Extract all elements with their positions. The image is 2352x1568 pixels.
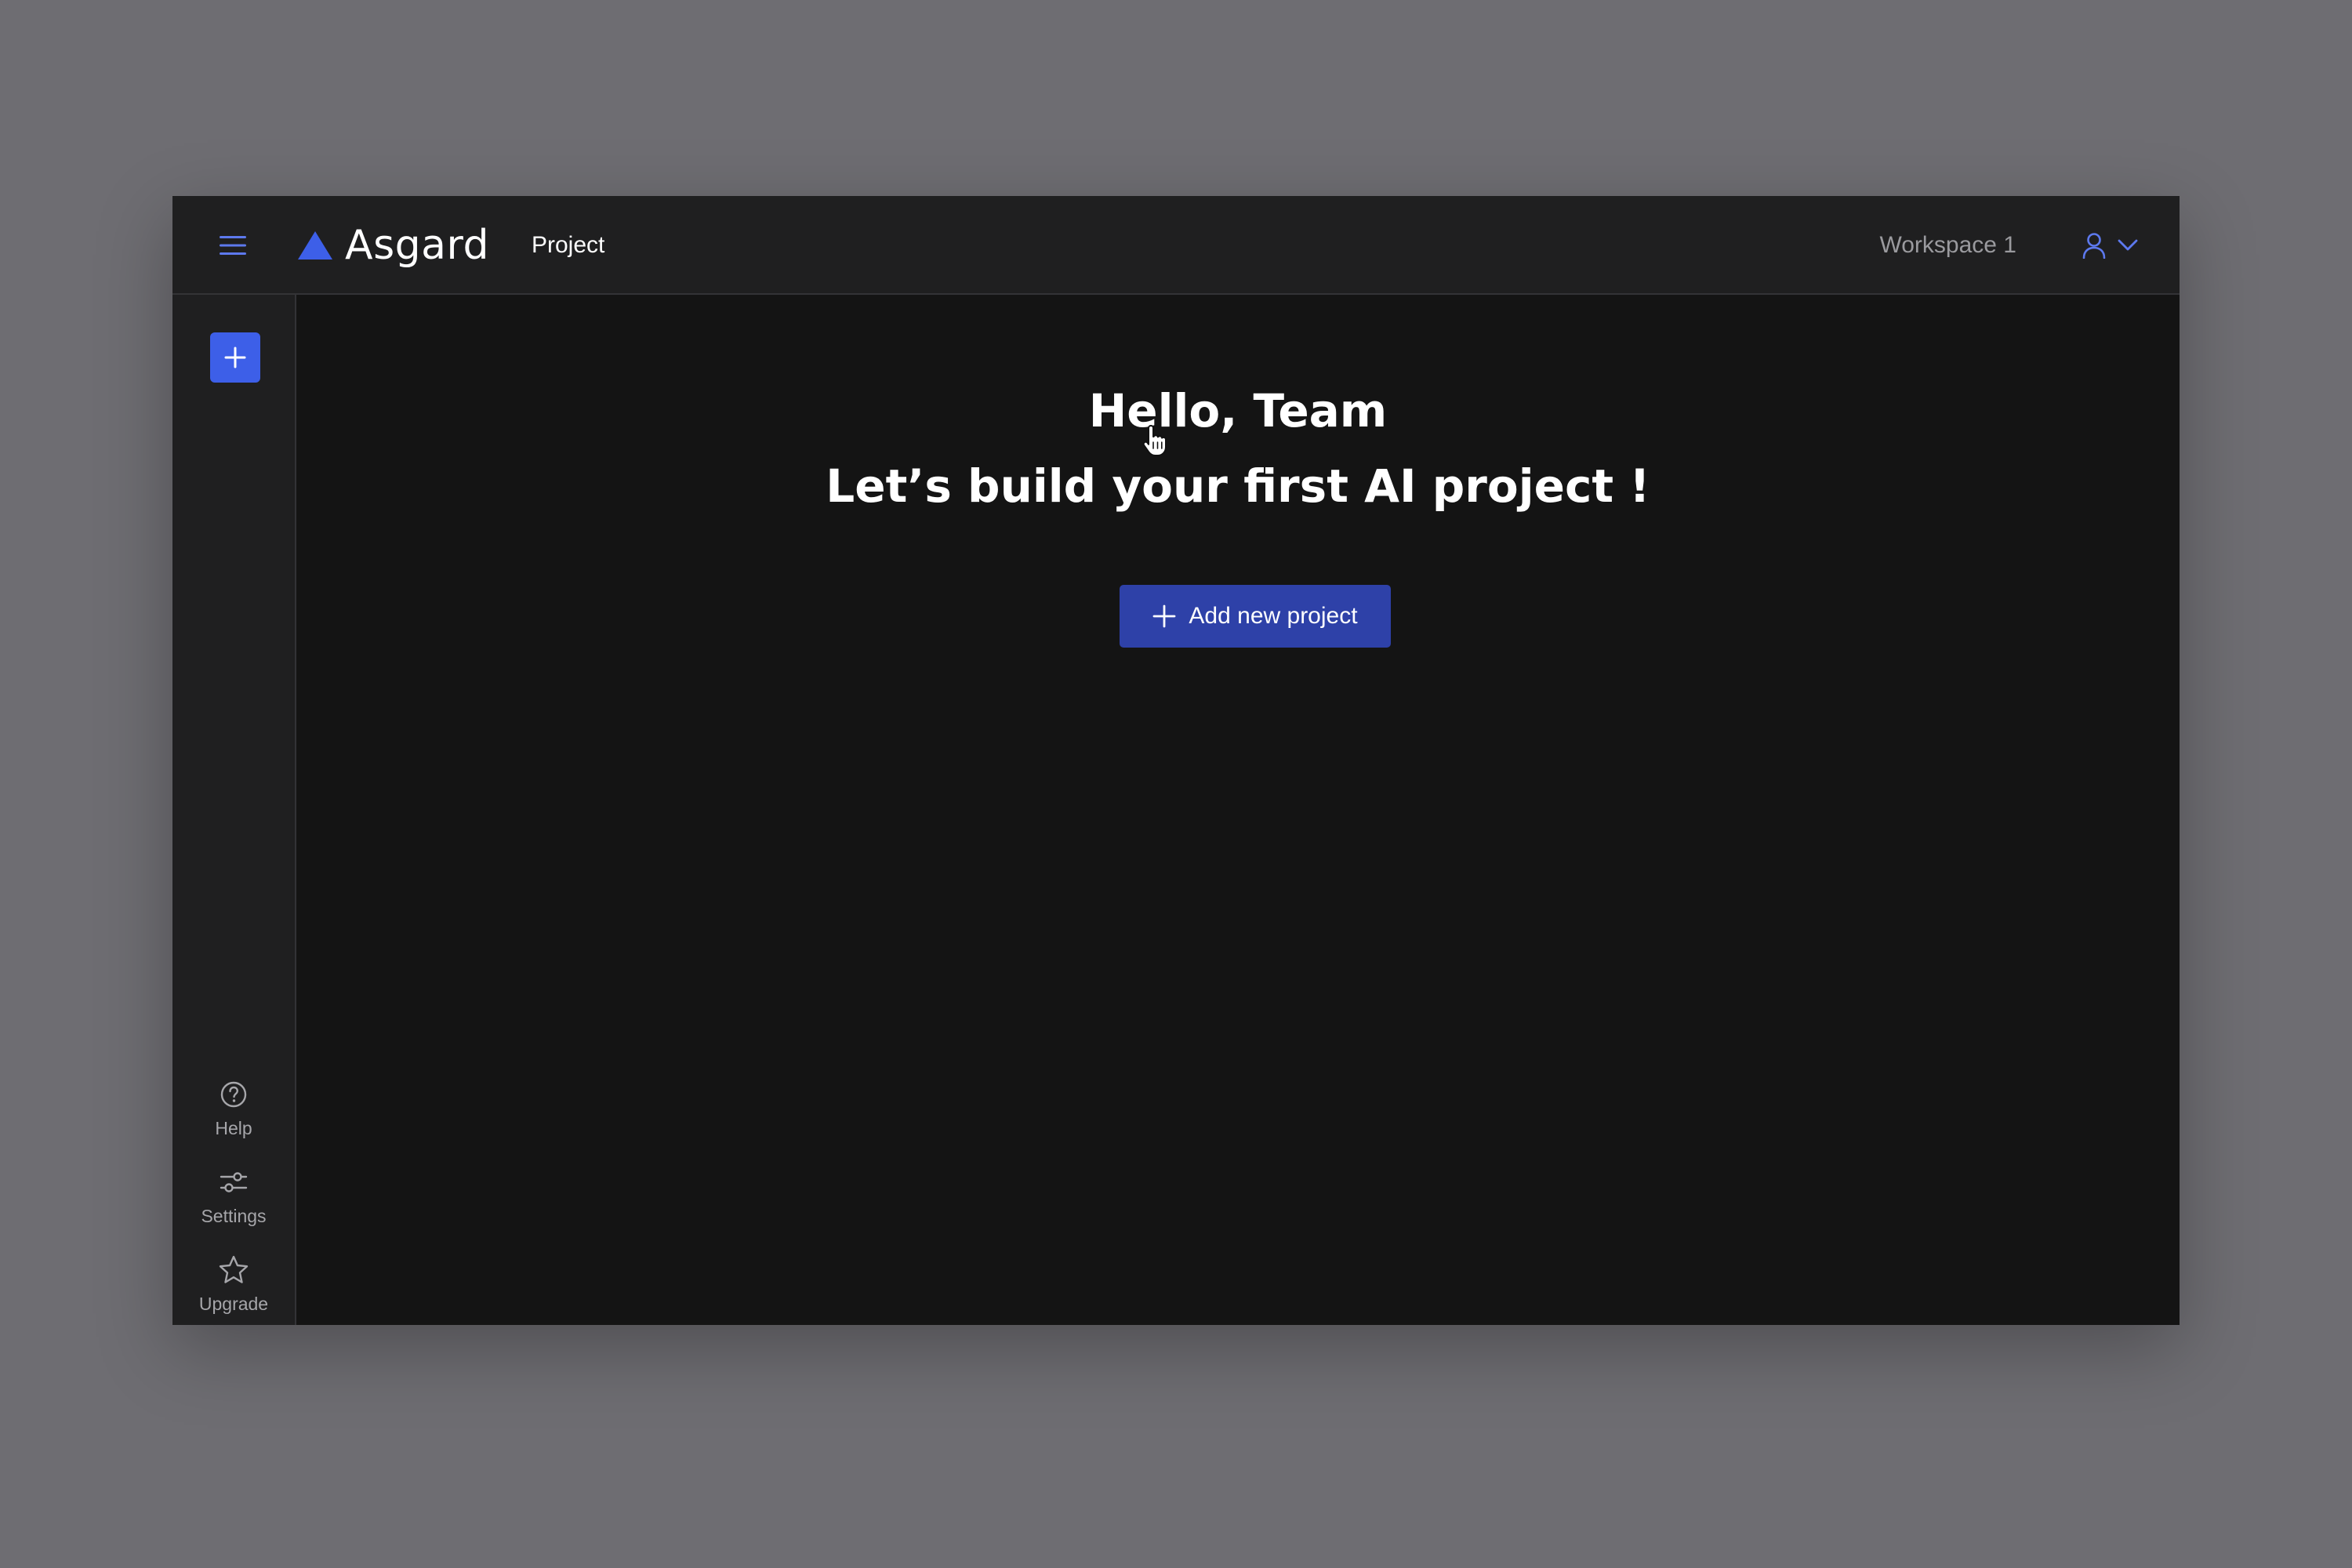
brand-name: Asgard <box>345 222 490 269</box>
menu-button[interactable] <box>213 226 252 265</box>
nav-project[interactable]: Project <box>532 224 604 267</box>
sidebar-item-label: Help <box>215 1118 252 1138</box>
sidebar-item-settings[interactable]: Settings <box>172 1167 295 1227</box>
hand-pointer-cursor-icon <box>1142 425 1167 456</box>
greeting-title: Hello, Team <box>1088 384 1388 437</box>
greeting-subtitle: Let’s build your first AI project ! <box>826 459 1650 513</box>
question-circle-icon <box>220 1081 247 1108</box>
sidebar-item-label: Settings <box>201 1206 267 1226</box>
hamburger-menu-icon <box>220 236 246 255</box>
sidebar-item-label: Upgrade <box>198 1294 269 1314</box>
sidebar-item-help[interactable]: Help <box>172 1079 295 1139</box>
top-bar: Asgard Project Workspace 1 <box>172 196 2180 295</box>
user-icon <box>2082 233 2106 259</box>
user-menu[interactable] <box>2082 224 2139 267</box>
triangle-logo-icon <box>298 231 332 260</box>
plus-icon <box>224 347 246 368</box>
brand[interactable]: Asgard <box>296 213 489 278</box>
plus-icon <box>1153 604 1176 628</box>
sliders-icon <box>220 1172 248 1192</box>
sidebar-item-upgrade[interactable]: Upgrade <box>172 1254 295 1315</box>
star-icon <box>219 1255 249 1283</box>
workspace-selector[interactable]: Workspace 1 <box>1879 224 2016 267</box>
add-new-project-label: Add new project <box>1189 603 1358 629</box>
app-window: Asgard Project Workspace 1 Help Settings… <box>172 196 2180 1325</box>
add-new-project-button[interactable]: Add new project <box>1120 585 1391 648</box>
greeting: Hello, Team Let’s build your first AI pr… <box>296 373 2180 524</box>
chevron-down-icon <box>2118 239 2138 251</box>
sidebar: Help Settings Upgrade <box>172 295 296 1325</box>
main-content: Hello, Team Let’s build your first AI pr… <box>296 295 2180 1325</box>
sidebar-new-button[interactable] <box>210 332 260 383</box>
